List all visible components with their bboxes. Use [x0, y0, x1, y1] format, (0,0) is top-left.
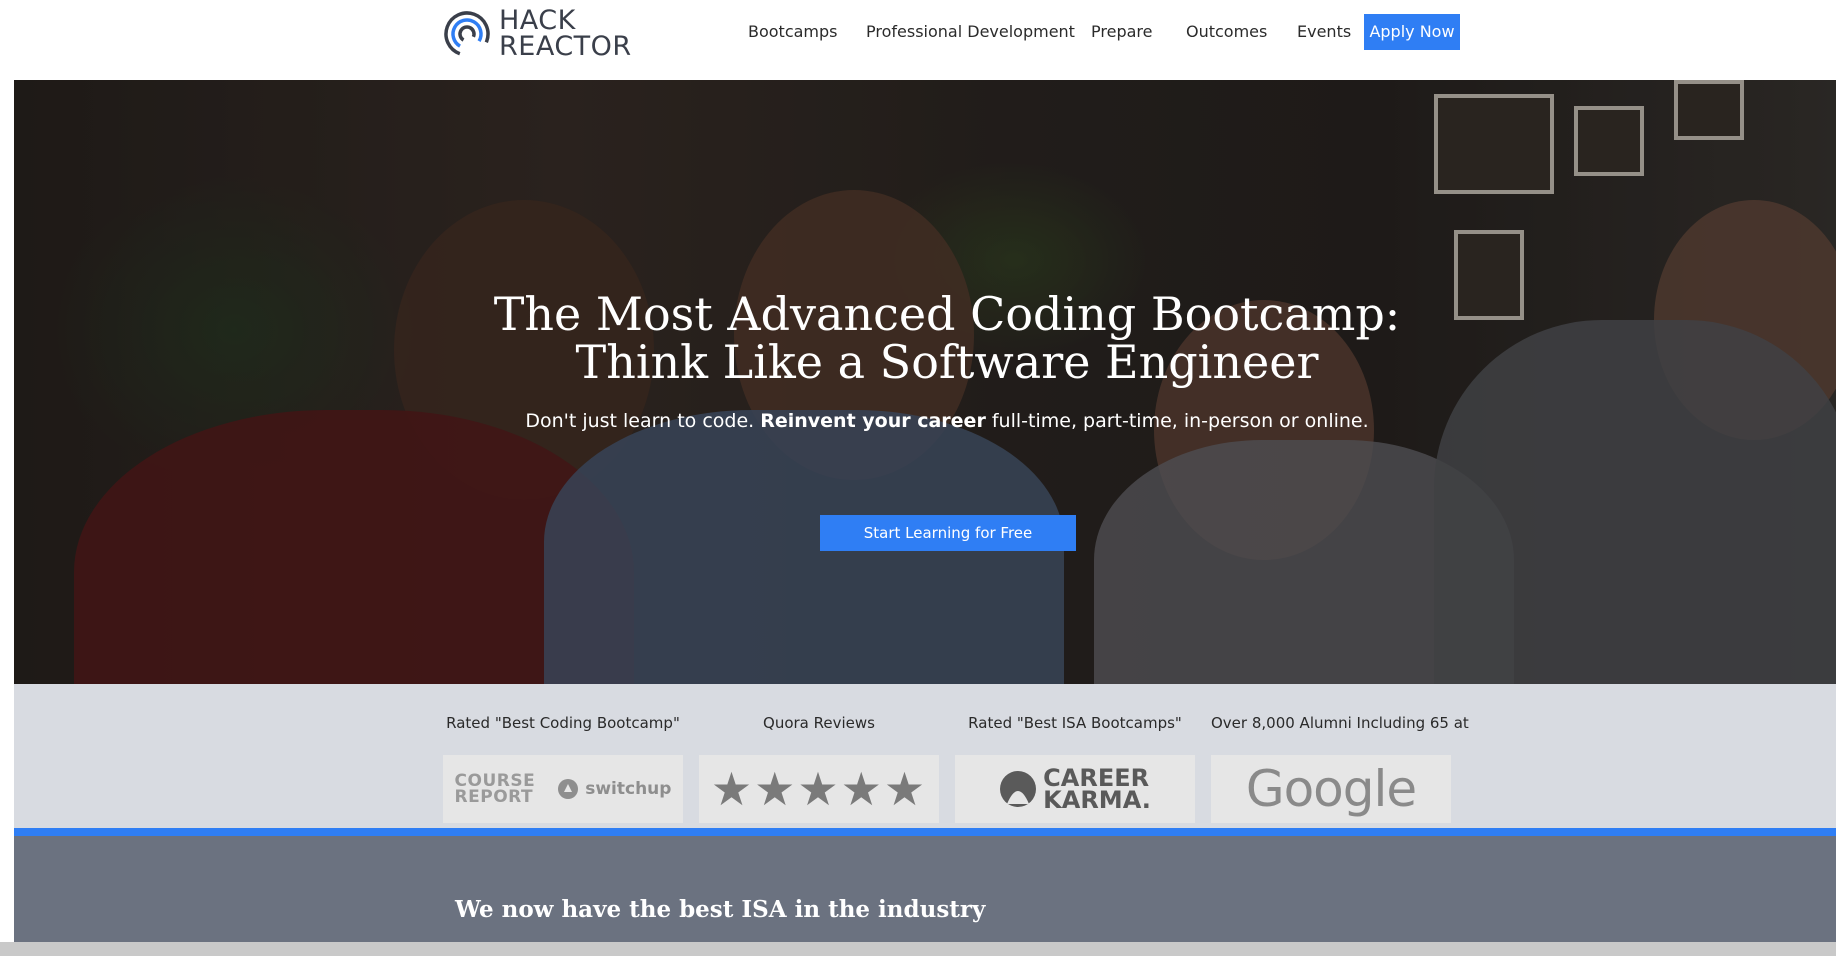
career-karma-logo[interactable]: CAREER KARMA.: [955, 755, 1195, 823]
switchup-logo: switchup: [585, 779, 672, 799]
hero-subtitle: Don't just learn to code. Reinvent your …: [14, 410, 1836, 432]
ratings-band: Rated "Best Coding Bootcamp" COURSE REPO…: [14, 684, 1836, 828]
hero-title: The Most Advanced Coding Bootcamp: Think…: [14, 290, 1836, 386]
hero-title-line1: The Most Advanced Coding Bootcamp:: [493, 287, 1401, 341]
rating-label: Over 8,000 Alumni Including 65 at: [1211, 714, 1469, 732]
isa-section: We now have the best ISA in the industry: [14, 836, 1836, 942]
hero-subtitle-pre: Don't just learn to code.: [525, 410, 761, 432]
switchup-icon: [558, 779, 579, 799]
hero-section: The Most Advanced Coding Bootcamp: Think…: [14, 80, 1836, 684]
nav-bootcamps[interactable]: Bootcamps: [748, 14, 838, 50]
start-learning-button[interactable]: Start Learning for Free: [820, 515, 1076, 551]
nav-outcomes[interactable]: Outcomes: [1186, 14, 1267, 50]
five-stars-icon: ★★★★★: [710, 763, 928, 815]
course-report-logo: COURSE REPORT: [454, 773, 536, 807]
google-logo[interactable]: Google: [1211, 755, 1451, 823]
course-report-switchup-logo[interactable]: COURSE REPORT switchup: [443, 755, 683, 823]
nav-professional-development[interactable]: Professional Development: [866, 14, 1075, 50]
career-karma-icon: [1000, 771, 1037, 807]
horizontal-scrollbar[interactable]: [0, 942, 1836, 956]
nav-prepare[interactable]: Prepare: [1091, 14, 1152, 50]
rating-label: Quora Reviews: [763, 714, 875, 732]
career-karma-line2: KARMA.: [1043, 786, 1151, 814]
hero-title-line2: Think Like a Software Engineer: [575, 335, 1319, 389]
isa-title: We now have the best ISA in the industry: [455, 896, 986, 923]
google-logo-text: Google: [1245, 760, 1417, 818]
hero-subtitle-bold: Reinvent your career: [760, 410, 986, 432]
rating-label: Rated "Best Coding Bootcamp": [446, 714, 680, 732]
quora-stars[interactable]: ★★★★★: [699, 755, 939, 823]
site-header: HACK REACTOR Bootcamps Professional Deve…: [0, 0, 1836, 80]
section-divider: [14, 828, 1836, 836]
apply-now-button[interactable]: Apply Now: [1364, 14, 1460, 50]
course-report-line2: REPORT: [454, 787, 534, 807]
nav-events[interactable]: Events: [1297, 14, 1351, 50]
rating-label: Rated "Best ISA Bootcamps": [968, 714, 1182, 732]
hero-subtitle-post: full-time, part-time, in-person or onlin…: [985, 410, 1369, 432]
main-nav: Bootcamps Professional Development Prepa…: [0, 14, 1836, 50]
